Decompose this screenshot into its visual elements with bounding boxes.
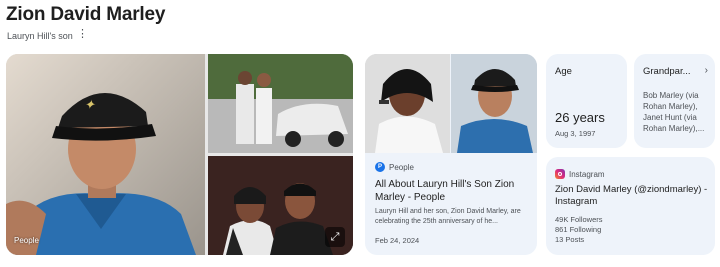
grandparent-entry: Bob Marley (via Rohan Marley), xyxy=(643,91,699,111)
instagram-followers: 49K Followers xyxy=(555,215,603,224)
article-source: P People xyxy=(375,162,414,172)
people-logo-icon: P xyxy=(375,162,385,172)
instagram-posts: 13 Posts xyxy=(555,235,585,244)
grandparents-card[interactable]: Grandpar... › Bob Marley (via Rohan Marl… xyxy=(634,54,715,148)
instagram-source-name: Instagram xyxy=(569,169,605,179)
article-title[interactable]: All About Lauryn Hill's Son Zion Marley … xyxy=(375,178,531,204)
instagram-source: Instagram xyxy=(555,169,605,179)
instagram-following: 861 Following xyxy=(555,225,602,234)
image-gallery: ✦ People ⤢ xyxy=(6,54,353,255)
bottom-right-photo[interactable]: ⤢ xyxy=(208,156,353,255)
instagram-icon xyxy=(555,169,565,179)
article-card[interactable]: P People All About Lauryn Hill's Son Zio… xyxy=(365,54,537,255)
grandparents-label: Grandpar... xyxy=(643,66,691,77)
article-thumbnail-left xyxy=(365,54,450,153)
page-title: Zion David Marley xyxy=(6,4,166,25)
instagram-title[interactable]: Zion David Marley (@ziondmarley) - Insta… xyxy=(555,184,710,208)
couple-photo-illustration xyxy=(208,54,353,153)
lauryn-hill-illustration xyxy=(365,54,450,153)
age-card[interactable]: Age 26 years Aug 3, 1997 xyxy=(546,54,627,148)
article-source-name: People xyxy=(389,162,414,172)
age-label: Age xyxy=(555,66,572,77)
article-snippet: Lauryn Hill and her son, Zion David Marl… xyxy=(375,208,521,225)
main-photo[interactable]: ✦ People xyxy=(6,54,205,255)
birth-date: Aug 3, 1997 xyxy=(555,129,596,138)
grandparents-list: Bob Marley (via Rohan Marley), Janet Hun… xyxy=(643,90,713,134)
instagram-stats: 49K Followers 861 Following 13 Posts xyxy=(555,215,603,245)
article-thumbnail xyxy=(365,54,537,153)
instagram-card[interactable]: Instagram Zion David Marley (@ziondmarle… xyxy=(546,157,715,255)
photo-credit: People xyxy=(14,236,39,245)
top-right-photo[interactable] xyxy=(208,54,353,153)
more-options-icon[interactable]: ⋮ xyxy=(77,28,88,40)
article-date: Feb 24, 2024 xyxy=(375,236,420,245)
article-thumbnail-right xyxy=(451,54,537,153)
chevron-right-icon[interactable]: › xyxy=(705,65,708,76)
grandparent-entry: Janet Hunt (via Rohan Marley),... xyxy=(643,113,705,133)
age-value: 26 years xyxy=(555,110,605,125)
zion-marley-illustration xyxy=(451,54,537,153)
page-subtitle: Lauryn Hill's son xyxy=(7,31,73,41)
expand-image-icon[interactable]: ⤢ xyxy=(325,227,345,247)
svg-text:✦: ✦ xyxy=(84,98,96,113)
main-photo-illustration: ✦ xyxy=(6,54,205,255)
